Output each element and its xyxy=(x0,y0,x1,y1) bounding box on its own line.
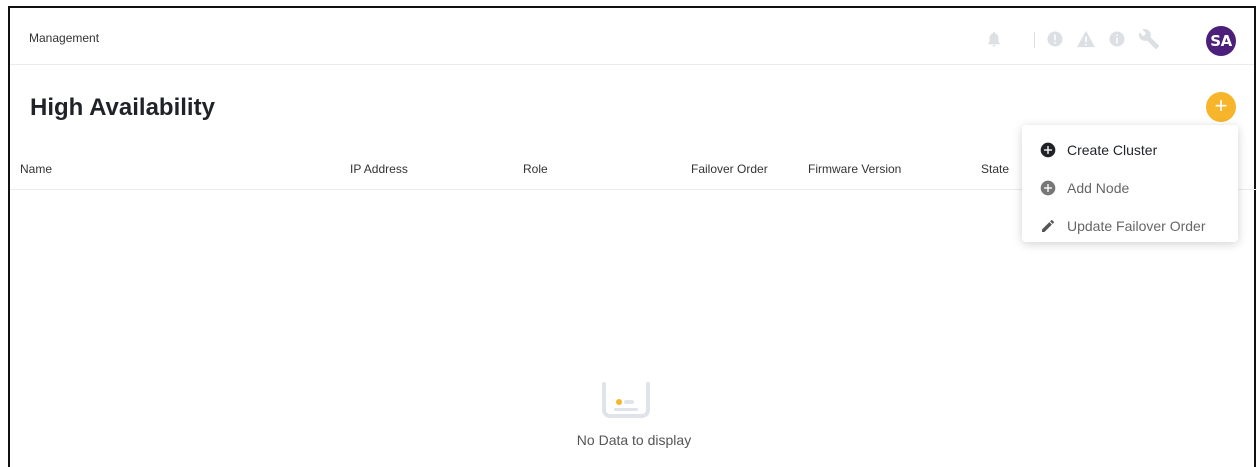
empty-data-icon xyxy=(600,380,652,424)
page-title: High Availability xyxy=(30,94,215,121)
breadcrumb[interactable]: Management xyxy=(29,31,99,45)
error-circle-icon[interactable] xyxy=(1046,30,1064,48)
plus-circle-icon xyxy=(1040,142,1056,158)
app-frame: Management SA High Availability + Name I… xyxy=(8,6,1257,467)
menu-item-update-failover-order[interactable]: Update Failover Order xyxy=(1022,207,1238,245)
menu-item-label: Update Failover Order xyxy=(1067,218,1206,234)
menu-item-label: Create Cluster xyxy=(1067,142,1158,158)
plus-circle-icon xyxy=(1040,180,1056,196)
bell-icon[interactable] xyxy=(985,30,1003,48)
pencil-icon xyxy=(1040,218,1056,234)
column-header-name[interactable]: Name xyxy=(20,162,52,176)
user-avatar[interactable]: SA xyxy=(1206,26,1236,56)
column-header-role[interactable]: Role xyxy=(523,162,548,176)
column-header-state[interactable]: State xyxy=(981,162,1009,176)
column-header-ip-address[interactable]: IP Address xyxy=(350,162,408,176)
add-dropdown-menu: Create Cluster Add Node Update Failover … xyxy=(1022,125,1238,242)
add-button[interactable]: + xyxy=(1206,92,1236,122)
info-circle-icon[interactable] xyxy=(1108,30,1126,48)
wrench-icon[interactable] xyxy=(1138,28,1160,50)
column-header-firmware-version[interactable]: Firmware Version xyxy=(808,162,901,176)
top-bar: Management SA xyxy=(10,8,1254,65)
menu-item-add-node[interactable]: Add Node xyxy=(1022,169,1238,207)
menu-item-create-cluster[interactable]: Create Cluster xyxy=(1022,131,1238,169)
toolbar-divider xyxy=(1034,32,1035,48)
warning-triangle-icon[interactable] xyxy=(1076,30,1095,48)
column-header-failover-order[interactable]: Failover Order xyxy=(691,162,768,176)
menu-item-label: Add Node xyxy=(1067,180,1130,196)
empty-state-text: No Data to display xyxy=(576,432,692,448)
